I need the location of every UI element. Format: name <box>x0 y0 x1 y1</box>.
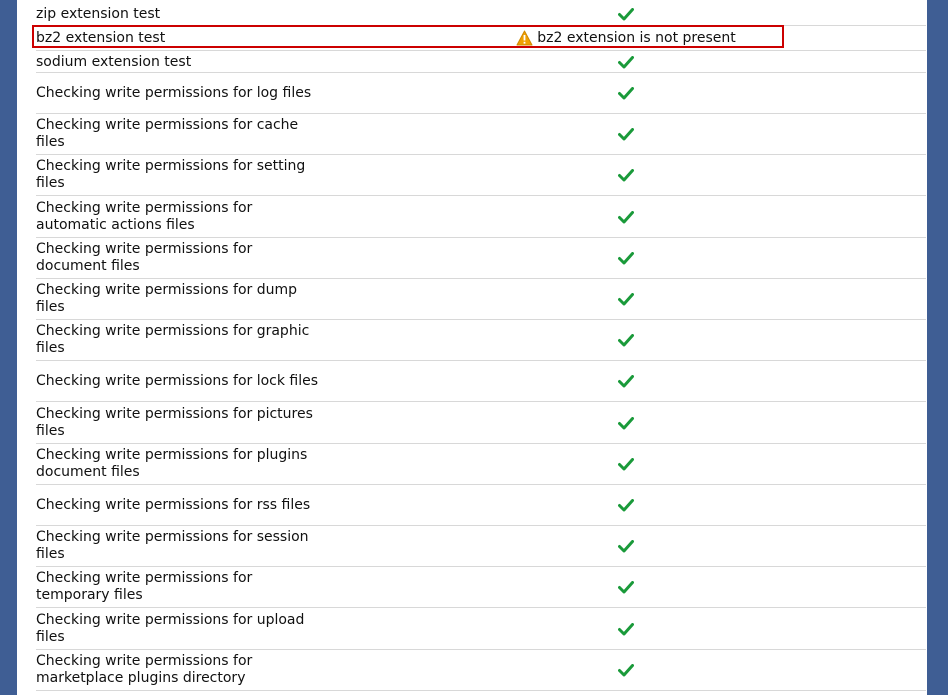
row-separator <box>36 401 342 402</box>
row-separator <box>342 401 926 402</box>
check-result <box>327 210 925 224</box>
check-row-upload: Checking write permissions for upload fi… <box>29 609 925 649</box>
check-label: Checking write permissions for pictures … <box>36 406 313 439</box>
check-icon <box>618 457 634 471</box>
warning-icon <box>516 30 533 46</box>
check-icon <box>618 292 634 306</box>
check-icon <box>618 539 634 553</box>
warning-result: bz2 extension is not present <box>516 30 736 46</box>
row-separator <box>36 690 342 691</box>
check-row-plugins-document: Checking write permissions for plugins d… <box>29 444 925 484</box>
check-row-temporary: Checking write permissions for temporary… <box>29 567 925 607</box>
check-label: sodium extension test <box>36 53 192 70</box>
check-icon <box>618 663 634 677</box>
check-label: zip extension test <box>36 5 161 22</box>
check-icon <box>618 374 634 388</box>
check-row-zip: zip extension test <box>29 3 925 25</box>
check-icon <box>618 498 634 512</box>
check-label: Checking write permissions for upload fi… <box>36 612 305 645</box>
check-icon <box>618 622 634 636</box>
check-row-sodium: sodium extension test <box>29 51 925 73</box>
check-result <box>327 539 925 553</box>
check-label: Checking write permissions for rss files <box>36 496 311 513</box>
check-icon <box>618 168 634 182</box>
check-result <box>327 374 925 388</box>
check-icon <box>618 55 634 69</box>
check-row-dump: Checking write permissions for dump file… <box>29 279 925 319</box>
check-label: Checking write permissions for marketpla… <box>36 653 253 686</box>
check-label: Checking write permissions for automatic… <box>36 200 253 233</box>
check-row-session: Checking write permissions for session f… <box>29 526 925 566</box>
check-label: Checking write permissions for document … <box>36 241 253 274</box>
check-label: Checking write permissions for cache fil… <box>36 117 299 150</box>
check-row-automatic-actions: Checking write permissions for automatic… <box>29 197 925 237</box>
check-result <box>327 127 925 141</box>
system-check-panel: zip extension test bz2 extension test bz… <box>17 0 927 695</box>
check-result <box>327 333 925 347</box>
check-label: Checking write permissions for setting f… <box>36 158 306 191</box>
warning-message: bz2 extension is not present <box>537 30 736 46</box>
check-icon <box>618 127 634 141</box>
row-separator <box>342 690 926 691</box>
check-result <box>327 168 925 182</box>
check-result <box>327 55 925 69</box>
check-result <box>327 622 925 636</box>
check-row-setting: Checking write permissions for setting f… <box>29 155 925 195</box>
check-label: Checking write permissions for plugins d… <box>36 447 308 480</box>
check-row-graphic: Checking write permissions for graphic f… <box>29 320 925 360</box>
check-icon <box>618 251 634 265</box>
check-icon <box>618 7 634 21</box>
check-label: bz2 extension test <box>36 29 166 46</box>
check-label: Checking write permissions for dump file… <box>36 282 297 315</box>
check-label: Checking write permissions for lock file… <box>36 372 319 389</box>
check-label: Checking write permissions for graphic f… <box>36 323 310 356</box>
check-row-marketplace-plugins: Checking write permissions for marketpla… <box>29 650 925 690</box>
check-result <box>327 7 925 21</box>
check-label: Checking write permissions for log files <box>36 84 312 101</box>
check-result <box>327 86 925 100</box>
check-icon <box>618 333 634 347</box>
check-row-cache: Checking write permissions for cache fil… <box>29 114 925 154</box>
check-result <box>327 457 925 471</box>
check-result <box>327 251 925 265</box>
check-row-document: Checking write permissions for document … <box>29 238 925 278</box>
row-separator <box>342 607 926 608</box>
check-row-pictures: Checking write permissions for pictures … <box>29 403 925 443</box>
check-result <box>327 663 925 677</box>
check-row-lock: Checking write permissions for lock file… <box>29 361 925 401</box>
check-icon <box>618 86 634 100</box>
check-icon <box>618 416 634 430</box>
check-row-log: Checking write permissions for log files <box>29 73 925 113</box>
check-result <box>327 498 925 512</box>
check-result <box>327 416 925 430</box>
check-row-rss: Checking write permissions for rss files <box>29 485 925 525</box>
row-separator <box>36 607 342 608</box>
check-icon <box>618 210 634 224</box>
check-result <box>327 580 925 594</box>
check-result: bz2 extension is not present <box>327 30 925 46</box>
check-result <box>327 292 925 306</box>
check-icon <box>618 580 634 594</box>
row-separator <box>342 195 926 196</box>
check-label: Checking write permissions for temporary… <box>36 570 253 603</box>
row-separator <box>36 195 342 196</box>
check-label: Checking write permissions for session f… <box>36 529 309 562</box>
check-row-bz2: bz2 extension test bz2 extension is not … <box>29 27 925 49</box>
